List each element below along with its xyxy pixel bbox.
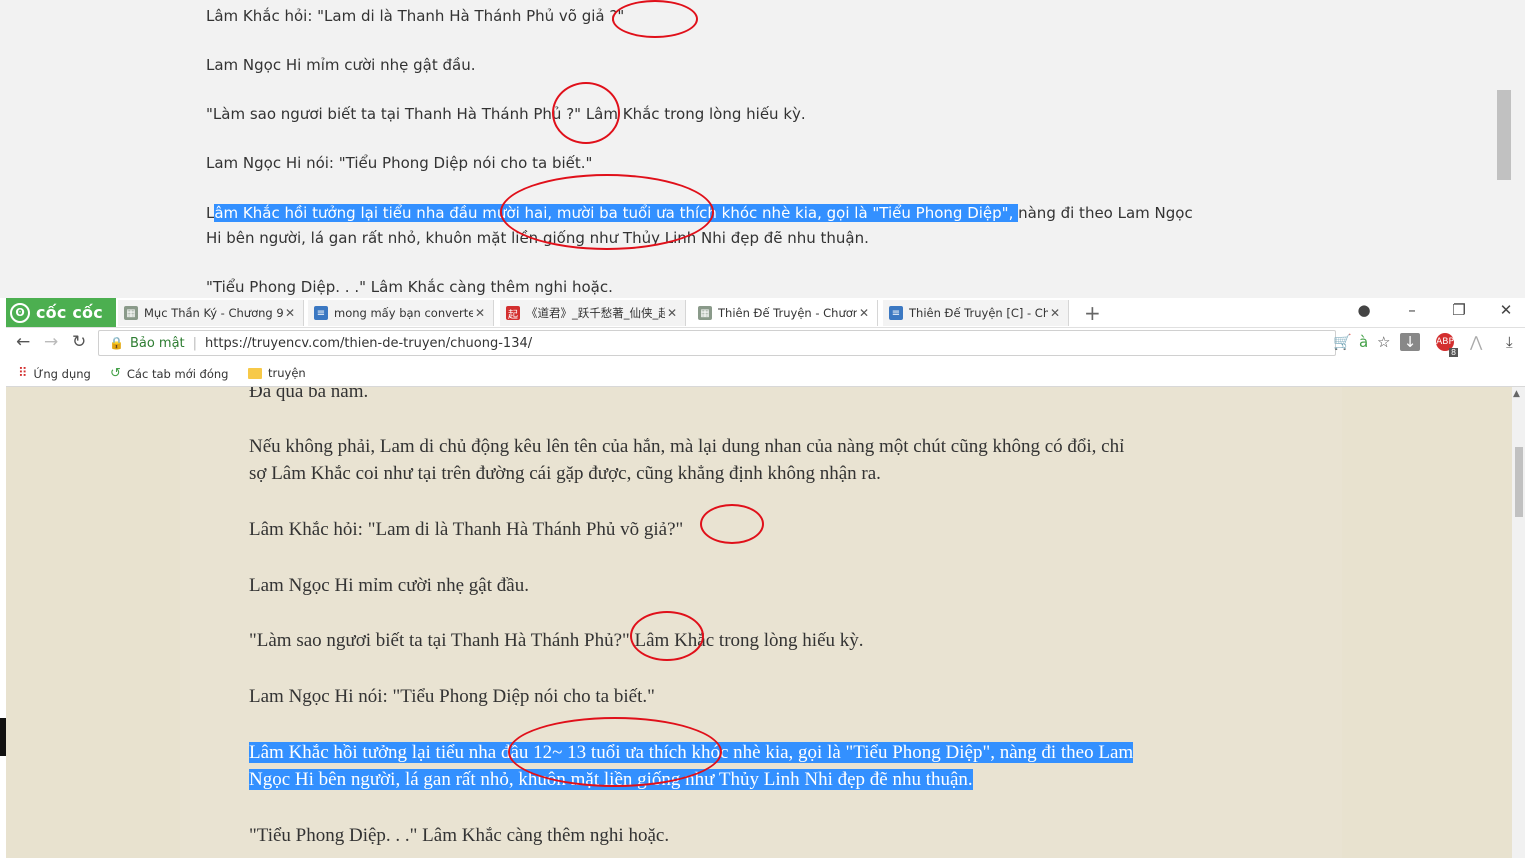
bookmark-label: Ứng dụng (33, 366, 91, 381)
top-paragraph: Lam Ngọc Hi nói: "Tiểu Phong Diệp nói ch… (206, 154, 593, 172)
apps-grid-icon: ⠿ (18, 366, 28, 381)
annotation-circle (630, 611, 704, 661)
dictionary-icon[interactable]: à (1359, 333, 1368, 351)
annotation-circle (508, 717, 722, 787)
browser-brand[interactable]: ʘ cốc cốc (6, 298, 116, 327)
restore-icon[interactable]: ❐ (1444, 301, 1474, 319)
divider: | (192, 335, 198, 351)
book-paragraph-line: sợ Lâm Khắc coi như tại trên đường cái g… (249, 463, 881, 484)
tab-thien-de-truyen-active[interactable]: ▦ Thiên Đế Truyện - Chương ✕ (692, 300, 878, 326)
top-paragraph: Lâm Khắc hỏi: "Lam di là Thanh Hà Thánh … (206, 7, 625, 25)
bookmarks-bar: ⠿ Ứng dụng ↺ Các tab mới đóng truyện (6, 360, 1525, 387)
tab-title: Mục Thần Ký - Chương 99 (144, 306, 283, 320)
close-tab-icon[interactable]: ✕ (283, 306, 297, 320)
bookmark-recent-tabs[interactable]: ↺ Các tab mới đóng (110, 366, 229, 381)
close-tab-icon[interactable]: ✕ (1048, 306, 1062, 320)
page-favicon-icon: ▦ (124, 306, 138, 320)
adblock-count: 8 (1449, 348, 1459, 357)
book-paragraph: Lâm Khắc hỏi: "Lam di là Thanh Hà Thánh … (249, 519, 684, 540)
forward-icon[interactable]: → (44, 332, 58, 352)
toolbar: ← → ↻ 🔒 Bảo mật | https://truyencv.com/t… (6, 328, 1525, 360)
downloads-icon[interactable]: ⤓ (1506, 333, 1513, 351)
coccoc-logo-icon: ʘ (10, 302, 30, 323)
annotation-circle (552, 82, 620, 144)
bookmark-folder-truyen[interactable]: truyện (248, 366, 306, 380)
page-favicon-icon: ▦ (698, 306, 712, 320)
extension-icon[interactable]: ⋀ (1470, 333, 1482, 351)
tab-dao-quan[interactable]: 起 《道君》_跃千愁著_仙侠_起点 ✕ (500, 300, 686, 326)
book-paragraph-highlighted: Ngọc Hi bên người, lá gan rất nhỏ, khuôn… (249, 766, 1279, 793)
tab-title: Thiên Đế Truyện - Chương (718, 306, 857, 320)
scrollbar-thumb[interactable] (1515, 447, 1523, 517)
tab-title: 《道君》_跃千愁著_仙侠_起点 (526, 306, 665, 320)
top-paragraph: "Làm sao ngươi biết ta tại Thanh Hà Thán… (206, 105, 806, 123)
top-paragraph-line: Hi bên người, lá gan rất nhỏ, khuôn mặt … (206, 229, 869, 247)
annotation-circle (700, 504, 764, 544)
page-favicon-icon: ≡ (889, 306, 903, 320)
book-paragraph: Lam Ngọc Hi nói: "Tiểu Phong Diệp nói ch… (249, 686, 655, 707)
page-favicon-icon: 起 (506, 306, 520, 321)
bookmark-label: truyện (268, 366, 306, 380)
back-icon[interactable]: ← (16, 332, 30, 352)
minimize-icon[interactable]: – (1397, 301, 1427, 319)
tab-muc-than-ky[interactable]: ▦ Mục Thần Ký - Chương 99 ✕ (118, 300, 304, 326)
book-paragraph: "Tiểu Phong Diệp. . ." Lâm Khắc càng thê… (249, 825, 670, 846)
tab-title: mong mấy bạn converter v (334, 306, 473, 320)
scroll-up-icon[interactable]: ▲ (1513, 389, 1520, 399)
annotation-circle (500, 174, 714, 250)
brand-name: cốc cốc (36, 303, 103, 322)
recent-tabs-icon: ↺ (110, 366, 121, 381)
top-paragraph: "Tiểu Phong Diệp. . ." Lâm Khắc càng thê… (206, 278, 613, 296)
bookmark-star-icon[interactable]: ☆ (1377, 333, 1390, 351)
close-tab-icon[interactable]: ✕ (665, 306, 679, 320)
url-text[interactable]: https://truyencv.com/thien-de-truyen/chu… (205, 336, 532, 351)
scrollbar-track[interactable] (1512, 0, 1525, 298)
reload-icon[interactable]: ↻ (72, 332, 86, 352)
bookmark-apps[interactable]: ⠿ Ứng dụng (18, 366, 91, 381)
lock-icon: 🔒 (109, 336, 124, 350)
close-tab-icon[interactable]: ✕ (857, 306, 871, 320)
shopping-cart-icon[interactable]: 🛒 (1333, 333, 1352, 351)
security-label: Bảo mật (129, 335, 185, 351)
new-tab-plus-icon[interactable]: + (1084, 301, 1101, 325)
tab-title: Thiên Đế Truyện [C] - Chư (909, 306, 1048, 320)
folder-icon (248, 367, 262, 379)
book-paragraph: Lam Ngọc Hi mỉm cười nhẹ gật đầu. (249, 575, 529, 596)
tab-converter[interactable]: ≡ mong mấy bạn converter v ✕ (308, 300, 494, 326)
book-paragraph-line: Nếu không phải, Lam di chủ động kêu lên … (249, 436, 1125, 457)
top-paragraph-highlighted: Lâm Khắc hồi tưởng lại tiểu nha đầu mười… (206, 204, 1193, 222)
top-page-screenshot: Lâm Khắc hỏi: "Lam di là Thanh Hà Thánh … (0, 0, 1525, 298)
profile-icon[interactable]: ● (1349, 301, 1379, 319)
tab-strip: ʘ cốc cốc ▦ Mục Thần Ký - Chương 99 ✕ ≡ … (6, 298, 1525, 328)
close-tab-icon[interactable]: ✕ (473, 306, 487, 320)
book-paragraph-highlighted: Lâm Khắc hồi tưởng lại tiểu nha đầu 12~ … (249, 739, 1279, 766)
bookmark-label: Các tab mới đóng (126, 366, 229, 381)
book-paragraph: Đã qua ba năm. (249, 387, 369, 402)
book-paragraph: "Làm sao ngươi biết ta tại Thanh Hà Thán… (249, 630, 864, 651)
download-extension-icon[interactable]: ↓ (1400, 333, 1420, 351)
annotation-circle (612, 0, 698, 38)
page-scrollbar[interactable]: ▲ (1512, 387, 1525, 858)
top-paragraph: Lam Ngọc Hi mỉm cười nhẹ gật đầu. (206, 56, 476, 74)
tab-thien-de-truyen-c[interactable]: ≡ Thiên Đế Truyện [C] - Chư ✕ (883, 300, 1069, 326)
scrollbar-thumb[interactable] (1497, 90, 1511, 180)
close-window-icon[interactable]: ✕ (1491, 301, 1521, 319)
page-favicon-icon: ≡ (314, 306, 328, 320)
browser-window: ʘ cốc cốc ▦ Mục Thần Ký - Chương 99 ✕ ≡ … (6, 298, 1525, 858)
page-content: Đã qua ba năm. Nếu không phải, Lam di ch… (6, 387, 1512, 858)
address-bar[interactable]: 🔒 Bảo mật | https://truyencv.com/thien-d… (98, 330, 1336, 356)
